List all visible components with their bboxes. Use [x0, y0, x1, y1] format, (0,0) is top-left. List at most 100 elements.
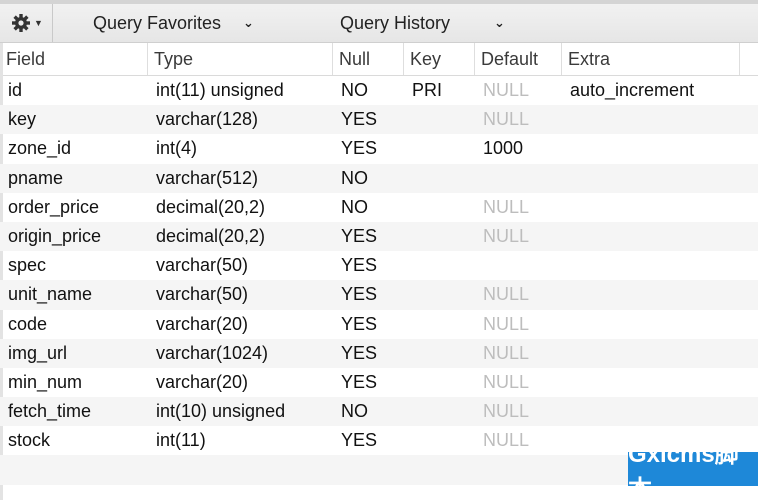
cell-type[interactable]: varchar(512) [148, 164, 333, 193]
cell-extra[interactable] [562, 251, 740, 280]
column-header-type[interactable]: Type [148, 43, 333, 75]
cell-type[interactable]: int(11) unsigned [148, 76, 333, 105]
table-row[interactable]: id int(11) unsigned NO PRI NULL auto_incremen… [0, 76, 758, 105]
cell-type[interactable]: int(4) [148, 134, 333, 163]
cell-null[interactable]: YES [333, 251, 404, 280]
cell-null[interactable]: YES [333, 310, 404, 339]
cell-null[interactable]: NO [333, 164, 404, 193]
cell-extra[interactable] [562, 193, 740, 222]
cell-default[interactable]: NULL [475, 310, 562, 339]
cell-type[interactable]: int(11) [148, 426, 333, 455]
table-row[interactable]: unit_name varchar(50) YES NULL [0, 280, 758, 310]
cell-field[interactable]: code [0, 310, 148, 339]
cell-key[interactable] [404, 134, 475, 163]
cell-field[interactable]: origin_price [0, 222, 148, 251]
table-row[interactable]: spec varchar(50) YES [0, 251, 758, 280]
cell-key[interactable] [404, 222, 475, 251]
cell-field[interactable]: zone_id [0, 134, 148, 163]
table-row[interactable]: fetch_time int(10) unsigned NO NULL [0, 397, 758, 427]
table-row[interactable]: key varchar(128) YES NULL [0, 105, 758, 135]
cell-null[interactable]: YES [333, 105, 404, 134]
cell-key[interactable] [404, 368, 475, 397]
table-row[interactable]: min_num varchar(20) YES NULL [0, 368, 758, 397]
cell-default[interactable] [475, 164, 562, 193]
cell-field[interactable]: key [0, 105, 148, 134]
chevron-down-icon: ⌄ [243, 15, 254, 30]
table-row[interactable]: zone_id int(4) YES 1000 [0, 134, 758, 163]
cell-extra[interactable] [562, 280, 740, 309]
cell-key[interactable] [404, 426, 475, 455]
cell-type[interactable]: varchar(20) [148, 368, 333, 397]
cell-key[interactable]: PRI [404, 76, 475, 105]
cell-field[interactable]: unit_name [0, 280, 148, 309]
cell-default[interactable]: NULL [475, 426, 562, 455]
cell-null[interactable]: YES [333, 222, 404, 251]
cell-key[interactable] [404, 164, 475, 193]
cell-key[interactable] [404, 280, 475, 309]
cell-field[interactable]: min_num [0, 368, 148, 397]
table-row[interactable]: code varchar(20) YES NULL [0, 310, 758, 339]
cell-type[interactable]: decimal(20,2) [148, 193, 333, 222]
cell-field[interactable]: spec [0, 251, 148, 280]
cell-key[interactable] [404, 105, 475, 134]
cell-type[interactable]: varchar(20) [148, 310, 333, 339]
cell-type[interactable]: int(10) unsigned [148, 397, 333, 426]
cell-extra[interactable] [562, 368, 740, 397]
cell-key[interactable] [404, 193, 475, 222]
column-header-null[interactable]: Null [333, 43, 404, 75]
cell-default[interactable]: 1000 [475, 134, 562, 163]
table-row[interactable]: img_url varchar(1024) YES NULL [0, 338, 758, 368]
cell-type[interactable]: varchar(50) [148, 251, 333, 280]
cell-null[interactable]: NO [333, 193, 404, 222]
query-history-menu[interactable]: Query History ⌄ [340, 4, 505, 42]
cell-default[interactable]: NULL [475, 76, 562, 105]
caret-down-icon: ▼ [34, 18, 43, 28]
cell-extra[interactable] [562, 164, 740, 193]
cell-field[interactable]: pname [0, 164, 148, 193]
cell-extra[interactable] [562, 105, 740, 134]
cell-field[interactable]: img_url [0, 339, 148, 368]
cell-type[interactable]: varchar(128) [148, 105, 333, 134]
cell-field[interactable]: stock [0, 426, 148, 455]
cell-key[interactable] [404, 339, 475, 368]
cell-field[interactable]: id [0, 76, 148, 105]
cell-key[interactable] [404, 251, 475, 280]
cell-type[interactable]: decimal(20,2) [148, 222, 333, 251]
cell-default[interactable]: NULL [475, 193, 562, 222]
column-header-extra[interactable]: Extra [562, 43, 740, 75]
table-row[interactable]: pname varchar(512) NO [0, 163, 758, 193]
query-favorites-menu[interactable]: Query Favorites ⌄ [93, 4, 254, 42]
cell-default[interactable] [475, 251, 562, 280]
cell-type[interactable]: varchar(50) [148, 280, 333, 309]
cell-field[interactable]: fetch_time [0, 397, 148, 426]
cell-null[interactable]: YES [333, 339, 404, 368]
table-row[interactable]: order_price decimal(20,2) NO NULL [0, 193, 758, 222]
cell-default[interactable]: NULL [475, 222, 562, 251]
cell-null[interactable]: NO [333, 76, 404, 105]
cell-type[interactable]: varchar(1024) [148, 339, 333, 368]
column-header-field[interactable]: Field [0, 43, 148, 75]
column-header-key[interactable]: Key [404, 43, 475, 75]
cell-extra[interactable] [562, 310, 740, 339]
cell-null[interactable]: YES [333, 426, 404, 455]
cell-default[interactable]: NULL [475, 105, 562, 134]
cell-extra[interactable] [562, 397, 740, 426]
cell-extra[interactable]: auto_increment [562, 76, 740, 105]
column-header-default[interactable]: Default [475, 43, 562, 75]
cell-extra[interactable] [562, 222, 740, 251]
cell-null[interactable]: YES [333, 134, 404, 163]
table-row[interactable]: origin_price decimal(20,2) YES NULL [0, 221, 758, 252]
cell-extra[interactable] [562, 339, 740, 368]
gear-menu-button[interactable]: ▼ [2, 4, 53, 42]
cell-extra[interactable] [562, 134, 740, 163]
cell-default[interactable]: NULL [475, 397, 562, 426]
cell-null[interactable]: YES [333, 368, 404, 397]
cell-default[interactable]: NULL [475, 368, 562, 397]
cell-default[interactable]: NULL [475, 280, 562, 309]
cell-null[interactable]: YES [333, 280, 404, 309]
cell-key[interactable] [404, 397, 475, 426]
cell-null[interactable]: NO [333, 397, 404, 426]
cell-default[interactable]: NULL [475, 339, 562, 368]
cell-field[interactable]: order_price [0, 193, 148, 222]
cell-key[interactable] [404, 310, 475, 339]
